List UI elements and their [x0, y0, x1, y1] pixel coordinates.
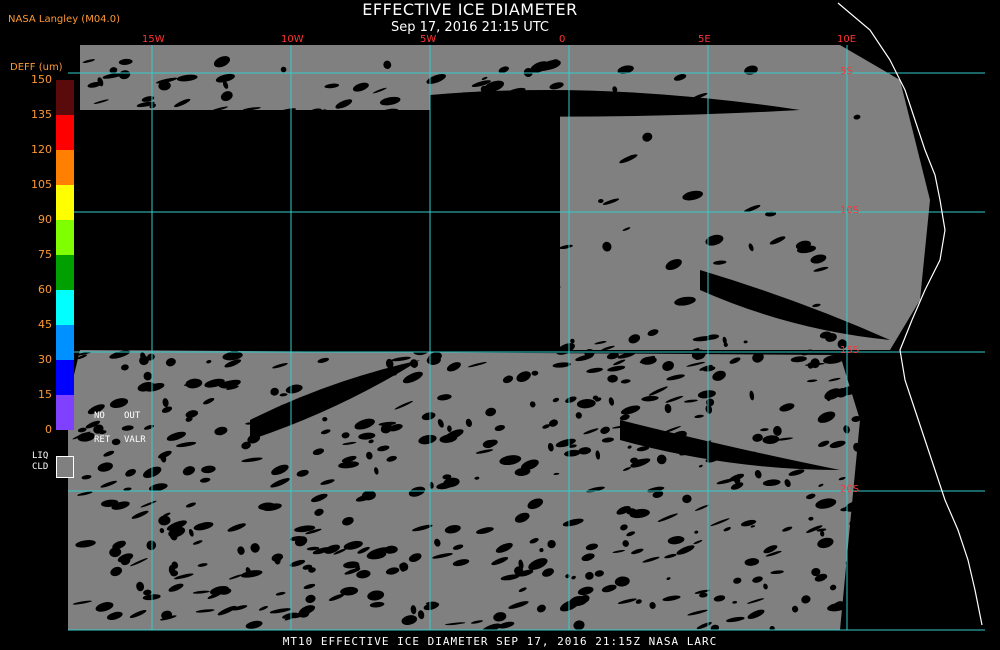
satellite-map — [68, 0, 1000, 650]
legend-swatch — [56, 255, 74, 290]
legend-tick: 0 — [45, 423, 52, 436]
legend-tick: 60 — [38, 283, 52, 296]
legend-tick: 135 — [31, 108, 52, 121]
longitude-label: 15W — [142, 34, 165, 45]
legend-tick: 90 — [38, 213, 52, 226]
legend-swatch — [56, 150, 74, 185]
legend-swatch — [56, 220, 74, 255]
legend-tick: 15 — [38, 388, 52, 401]
legend-swatch — [56, 290, 74, 325]
cloud-field — [68, 0, 1000, 650]
legend-tick: 105 — [31, 178, 52, 191]
legend-tick: 30 — [38, 353, 52, 366]
legend-swatch — [56, 360, 74, 395]
legend-swatch — [56, 80, 74, 115]
legend-tick: 45 — [38, 318, 52, 331]
latitude-label: 5S — [840, 66, 853, 77]
out-valr-label: OUT VALR — [124, 411, 146, 445]
map-title: EFFECTIVE ICE DIAMETER — [362, 0, 578, 19]
legend-tick: 75 — [38, 248, 52, 261]
footer-caption: MT10 EFFECTIVE ICE DIAMETER SEP 17, 2016… — [282, 635, 718, 648]
latitude-label: 10S — [840, 205, 860, 216]
legend-tick: 150 — [31, 73, 52, 86]
liq-cld-label: LIQ CLD — [32, 451, 49, 472]
legend-swatch — [56, 185, 74, 220]
longitude-label: 0 — [559, 34, 566, 45]
longitude-label: 10E — [837, 34, 857, 45]
legend-swatch — [56, 395, 74, 430]
liq-cld-swatch — [56, 456, 74, 478]
map-timestamp: Sep 17, 2016 21:15 UTC — [390, 20, 550, 35]
cloud-region — [68, 350, 860, 630]
producer-label: NASA Langley (M04.0) — [8, 14, 120, 25]
longitude-label: 5E — [698, 34, 711, 45]
latitude-label: 20S — [840, 484, 860, 495]
longitude-label: 10W — [281, 34, 304, 45]
legend-swatch — [56, 325, 74, 360]
longitude-label: 5W — [420, 34, 437, 45]
no-ret-label: NO RET — [94, 411, 111, 445]
legend-tick: 120 — [31, 143, 52, 156]
legend-swatch — [56, 115, 74, 150]
legend-title: DEFF (um) — [10, 62, 63, 73]
latitude-label: 15S — [840, 345, 860, 356]
